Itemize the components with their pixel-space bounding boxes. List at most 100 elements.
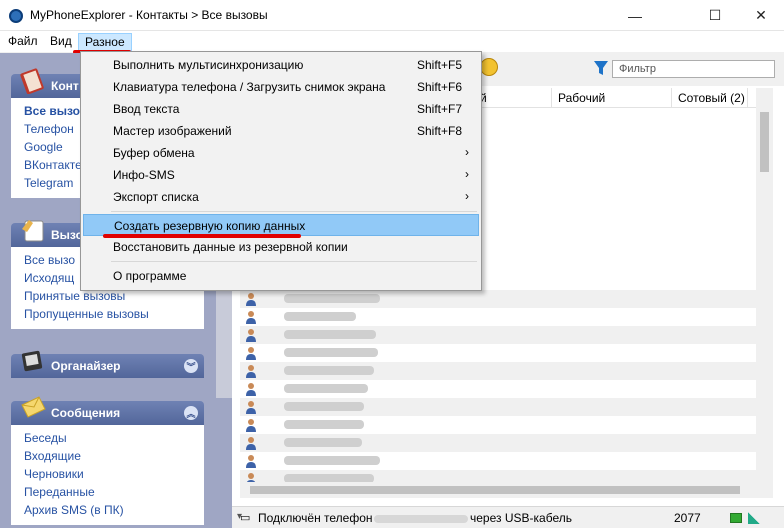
sidebar-item-conversations[interactable]: Беседы [24, 429, 204, 447]
table-row[interactable] [240, 362, 756, 380]
contact-name-blurred [284, 420, 364, 429]
contact-name-blurred [284, 456, 380, 465]
menu-item-label: Восстановить данные из резервной копии [113, 240, 348, 254]
phone-connected-icon: ▭ [240, 512, 251, 524]
submenu-arrow-icon: › [465, 145, 469, 159]
maximize-button[interactable]: ☐ [692, 0, 738, 31]
column-header-mobile2[interactable]: Сотовый (2) [678, 91, 745, 105]
menu-item-multisync[interactable]: Выполнить мультисинхронизацию Shift+F5 [83, 54, 479, 76]
filter-input[interactable]: Фильтр [612, 60, 775, 78]
menu-bar: Файл Вид Разное [0, 31, 784, 52]
contact-person-icon [245, 346, 257, 360]
submenu-arrow-icon: › [465, 189, 469, 203]
menu-separator [111, 211, 477, 212]
menu-item-create-backup[interactable]: Создать резервную копию данных [83, 214, 479, 236]
contacts-book-icon [20, 68, 44, 94]
table-row[interactable] [240, 344, 756, 362]
column-header-work[interactable]: Рабочий [558, 91, 605, 105]
phone-model-blurred [374, 515, 468, 523]
signal-icon [748, 512, 760, 524]
contact-person-icon [245, 364, 257, 378]
menu-item-restore-backup[interactable]: Восстановить данные из резервной копии [83, 236, 479, 258]
menu-item-text-input[interactable]: Ввод текста Shift+F7 [83, 98, 479, 120]
menu-item-label: Буфер обмена [113, 146, 195, 160]
scrollbar-thumb[interactable] [760, 112, 769, 172]
chevron-down-icon[interactable]: ︾ [184, 359, 198, 373]
menu-item-label: Ввод текста [113, 102, 180, 116]
app-window: MyPhoneExplorer - Контакты > Все вызовы … [0, 0, 784, 528]
title-bar: MyPhoneExplorer - Контакты > Все вызовы … [0, 0, 784, 31]
menu-item-shortcut: Shift+F5 [417, 58, 463, 72]
contact-person-icon [245, 454, 257, 468]
filter-icon[interactable] [593, 59, 609, 77]
menu-item-label: О программе [113, 269, 187, 283]
table-row[interactable] [240, 290, 756, 308]
contact-person-icon [245, 328, 257, 342]
contact-person-icon [245, 310, 257, 324]
contact-name-blurred [284, 438, 362, 447]
misc-dropdown-menu: Выполнить мультисинхронизацию Shift+F5 К… [80, 51, 482, 291]
menu-item-shortcut: Shift+F6 [417, 80, 463, 94]
status-bar: ▾ ▭ Подключён телефон через USB-кабель 2… [232, 506, 784, 528]
menu-item-label: Мастер изображений [113, 124, 232, 138]
sidebar-item-drafts[interactable]: Черновики [24, 465, 204, 483]
column-divider[interactable] [551, 88, 552, 108]
menu-view[interactable]: Вид [44, 33, 78, 51]
panel-messages-body: Беседы Входящие Черновики Переданные Арх… [11, 425, 204, 525]
submenu-arrow-icon: › [465, 167, 469, 181]
minimize-button[interactable]: — [612, 0, 658, 31]
table-row[interactable] [240, 434, 756, 452]
contact-person-icon [245, 382, 257, 396]
contact-name-blurred [284, 402, 364, 411]
sidebar-item-inbox[interactable]: Входящие [24, 447, 204, 465]
emoji-icon[interactable] [480, 58, 498, 76]
contact-name-blurred [284, 366, 374, 375]
organizer-icon [21, 350, 43, 372]
menu-misc[interactable]: Разное [78, 33, 132, 51]
table-row[interactable] [240, 380, 756, 398]
panel-organizer-header[interactable]: Органайзер ︾ [11, 350, 204, 378]
menu-item-label: Выполнить мультисинхронизацию [113, 58, 304, 72]
table-row[interactable] [240, 416, 756, 434]
window-title: MyPhoneExplorer - Контакты > Все вызовы [30, 8, 268, 22]
contact-person-icon [245, 400, 257, 414]
grid-vertical-scrollbar[interactable] [756, 88, 773, 498]
menu-item-about[interactable]: О программе [83, 265, 479, 287]
menu-item-label: Экспорт списка [113, 190, 199, 204]
contact-name-blurred [284, 348, 378, 357]
table-row[interactable] [240, 326, 756, 344]
menu-item-label: Создать резервную копию данных [114, 219, 306, 233]
menu-item-image-wizard[interactable]: Мастер изображений Shift+F8 [83, 120, 479, 142]
messages-envelope-icon [21, 396, 46, 418]
scrollbar-thumb[interactable] [250, 486, 740, 494]
column-divider[interactable] [747, 88, 748, 108]
table-row[interactable] [240, 308, 756, 326]
menu-item-shortcut: Shift+F7 [417, 102, 463, 116]
panel-messages-header[interactable]: Сообщения ︽ [11, 396, 204, 425]
menu-item-clipboard[interactable]: Буфер обмена › [83, 142, 479, 164]
app-logo-icon [9, 9, 23, 23]
close-button[interactable]: ✕ [738, 0, 784, 31]
menu-item-phone-keyboard[interactable]: Клавиатура телефона / Загрузить снимок э… [83, 76, 479, 98]
chevron-up-icon[interactable]: ︽ [184, 406, 198, 420]
contact-name-blurred [284, 294, 380, 303]
battery-icon [730, 513, 742, 523]
menu-item-label: Инфо-SMS [113, 168, 175, 182]
status-connection: Подключён телефон [258, 511, 373, 525]
grid-horizontal-scrollbar[interactable] [240, 482, 756, 498]
contact-name-blurred [284, 330, 376, 339]
sidebar-item-missed[interactable]: Пропущенные вызовы [24, 305, 204, 323]
panel-contacts-title: Конт [51, 79, 79, 93]
menu-item-export-list[interactable]: Экспорт списка › [83, 186, 479, 208]
contact-name-blurred [284, 384, 368, 393]
menu-file[interactable]: Файл [2, 33, 44, 51]
table-row[interactable] [240, 452, 756, 470]
sidebar-item-sms-archive[interactable]: Архив SMS (в ПК) [24, 501, 204, 519]
panel-organizer-title: Органайзер [51, 359, 121, 373]
column-divider[interactable] [671, 88, 672, 108]
table-row[interactable] [240, 398, 756, 416]
menu-item-info-sms[interactable]: Инфо-SMS › [83, 164, 479, 186]
sidebar-item-sent[interactable]: Переданные [24, 483, 204, 501]
panel-messages: Сообщения ︽ Беседы Входящие Черновики Пе… [11, 396, 204, 525]
status-count: 2077 [674, 511, 701, 525]
